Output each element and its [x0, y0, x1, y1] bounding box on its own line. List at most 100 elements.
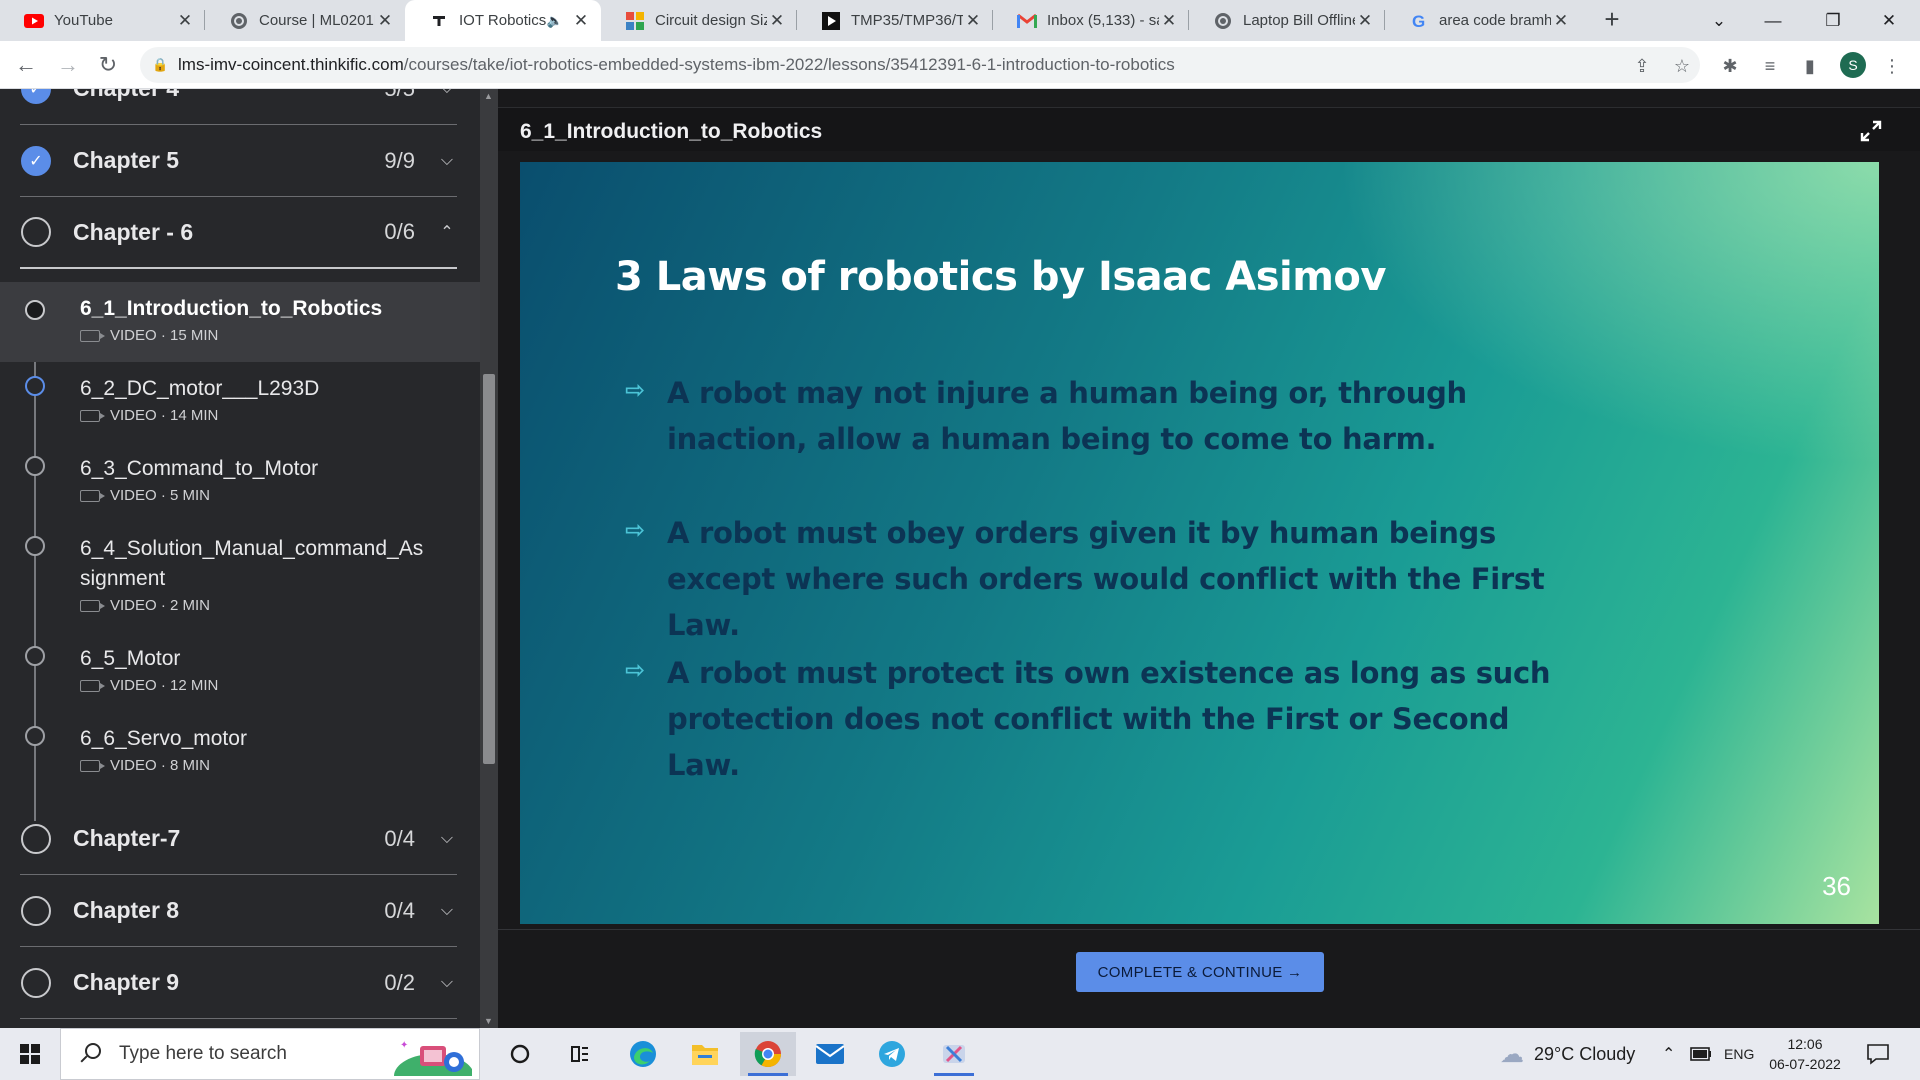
lesson-item-6-3[interactable]: 6_3_Command_to_Motor VIDEO · 5 MIN	[0, 442, 480, 522]
battery-icon[interactable]	[1690, 1028, 1712, 1080]
chapter-title: Chapter 5	[73, 147, 180, 173]
close-icon[interactable]: ✕	[571, 11, 591, 31]
menu-icon[interactable]: ⋮	[1880, 54, 1904, 78]
scroll-down-icon[interactable]: ▼	[484, 1016, 493, 1026]
complete-and-continue-button[interactable]: COMPLETE & CONTINUE →	[1076, 952, 1324, 992]
snipping-tool-icon[interactable]	[926, 1032, 982, 1076]
windows-start-icon[interactable]	[0, 1028, 60, 1080]
lesson-dot-icon	[25, 726, 45, 746]
current-lesson-dot-icon	[25, 300, 45, 320]
lesson-item-6-5[interactable]: 6_5_Motor VIDEO · 12 MIN	[0, 632, 480, 712]
close-icon[interactable]: ✕	[175, 11, 195, 31]
chapter-progress: 0/2	[384, 969, 415, 995]
back-arrow-icon[interactable]: ←	[12, 51, 40, 79]
search-highlight-illustration-icon: ✦	[394, 1040, 472, 1076]
chapter-progress: 9/9	[384, 147, 415, 173]
empty-circle-icon	[21, 967, 51, 998]
scrollbar-thumb[interactable]	[483, 374, 495, 764]
close-icon[interactable]: ✕	[963, 11, 983, 31]
lesson-item-6-4[interactable]: 6_4_Solution_Manual_command_As signment …	[0, 522, 480, 632]
lesson-item-6-6[interactable]: 6_6_Servo_motor VIDEO · 8 MIN	[0, 712, 480, 792]
widgets-icon[interactable]	[552, 1032, 608, 1076]
chevron-down-icon[interactable]: ⌵	[437, 830, 457, 848]
chapter-4[interactable]: ✓ Chapter 4 5/5 ⌵	[20, 89, 457, 125]
tab-search-icon[interactable]: ⌄	[1696, 0, 1742, 41]
new-tab-button[interactable]: +	[1598, 6, 1626, 34]
lesson-item-6-2[interactable]: 6_2_DC_motor___L293D VIDEO · 14 MIN	[0, 362, 480, 442]
chapter-7[interactable]: Chapter-7 0/4 ⌵	[20, 803, 457, 875]
chevron-down-icon[interactable]: ⌵	[437, 89, 457, 98]
play-icon	[821, 11, 841, 31]
chrome-icon[interactable]	[740, 1032, 796, 1076]
extensions-icon[interactable]: ✱	[1718, 54, 1742, 78]
lesson-dot-icon	[25, 646, 45, 666]
address-bar[interactable]: 🔒 lms-imv-coincent.thinkific.com/courses…	[140, 47, 1700, 83]
share-icon[interactable]: ⇪	[1630, 54, 1654, 78]
chapter-9[interactable]: Chapter 9 0/2 ⌵	[20, 947, 457, 1019]
close-icon[interactable]: ✕	[1551, 11, 1571, 31]
chevron-down-icon[interactable]: ⌵	[437, 974, 457, 992]
language-indicator[interactable]: ENG	[1724, 1028, 1754, 1080]
close-window-button[interactable]: ✕	[1866, 0, 1912, 41]
close-icon[interactable]: ✕	[1159, 11, 1179, 31]
url-path: /courses/take/iot-robotics-embedded-syst…	[403, 55, 1175, 74]
lesson-title: 6_2_DC_motor___L293D	[80, 377, 320, 400]
minimize-button[interactable]: —	[1750, 0, 1796, 41]
tab-laptop-bill[interactable]: Laptop Bill Offline ✕	[1189, 0, 1385, 41]
empty-circle-icon	[21, 895, 51, 926]
scroll-up-icon[interactable]: ▲	[484, 91, 493, 101]
course-sidebar: ✓ Chapter 4 5/5 ⌵ ✓ Chapter 5 9/9 ⌵ Chap…	[0, 89, 480, 1028]
player-header: 6_1_Introduction_to_Robotics	[498, 107, 1920, 151]
system-clock[interactable]: 12:06 06-07-2022	[1766, 1034, 1844, 1074]
lesson-meta: VIDEO · 15 MIN	[80, 327, 218, 344]
video-icon	[80, 679, 105, 692]
close-icon[interactable]: ✕	[375, 11, 395, 31]
edge-browser-icon[interactable]	[615, 1032, 671, 1076]
search-icon	[79, 1043, 101, 1065]
lock-icon[interactable]: 🔒	[152, 57, 168, 73]
sidebar-scrollbar[interactable]: ▲ ▼	[480, 89, 498, 1028]
lesson-title: 6_1_Introduction_to_Robotics	[520, 120, 823, 143]
tab-google-search[interactable]: G area code bramha ✕	[1385, 0, 1581, 41]
notifications-icon[interactable]	[1866, 1028, 1890, 1080]
chapter-6[interactable]: Chapter - 6 0/6 ⌃	[20, 197, 457, 269]
weather-widget[interactable]: ☁ 29°C Cloudy	[1500, 1028, 1635, 1080]
close-icon[interactable]: ✕	[1355, 11, 1375, 31]
tab-gmail[interactable]: Inbox (5,133) - sa ✕	[993, 0, 1189, 41]
chevron-up-icon[interactable]: ⌃	[437, 222, 457, 242]
show-hidden-icons-icon[interactable]: ⌃	[1662, 1028, 1675, 1080]
slide-number: 36	[1822, 871, 1851, 901]
task-view-icon[interactable]	[492, 1032, 548, 1076]
mail-icon[interactable]	[802, 1032, 858, 1076]
lesson-item-6-1[interactable]: 6_1_Introduction_to_Robotics VIDEO · 15 …	[0, 282, 480, 362]
profile-avatar[interactable]: S	[1840, 52, 1866, 78]
telegram-icon[interactable]	[864, 1032, 920, 1076]
tab-course[interactable]: Course | ML0201E ✕	[205, 0, 405, 41]
lesson-title: 6_6_Servo_motor	[80, 727, 247, 750]
restore-button[interactable]: ❐	[1810, 0, 1856, 41]
tab-circuit-design[interactable]: Circuit design Siz ✕	[601, 0, 797, 41]
chevron-down-icon[interactable]: ⌵	[437, 152, 457, 170]
expand-icon[interactable]	[1858, 118, 1884, 144]
side-panel-icon[interactable]: ▮	[1798, 54, 1822, 78]
forward-arrow-icon[interactable]: →	[54, 51, 82, 79]
file-explorer-icon[interactable]	[677, 1032, 733, 1076]
presentation-slide[interactable]: 3 Laws of robotics by Isaac Asimov ⇨ A r…	[520, 162, 1879, 924]
bookmark-star-icon[interactable]: ☆	[1670, 54, 1694, 78]
tab-title: Laptop Bill Offline	[1243, 12, 1355, 29]
chapter-8[interactable]: Chapter 8 0/4 ⌵	[20, 875, 457, 947]
speaker-icon[interactable]: 🔈	[547, 13, 563, 29]
tab-youtube[interactable]: YouTube ✕	[0, 0, 205, 41]
slide-title: 3 Laws of robotics by Isaac Asimov	[615, 254, 1387, 300]
lesson-title: 6_5_Motor	[80, 647, 181, 670]
chevron-down-icon[interactable]: ⌵	[437, 902, 457, 920]
gmail-icon	[1017, 11, 1037, 31]
tab-iot-robotics[interactable]: IOT Robotics 🔈 ✕	[405, 0, 601, 41]
tab-title: IOT Robotics	[459, 12, 547, 29]
tab-tmp35[interactable]: TMP35/TMP36/T ✕	[797, 0, 993, 41]
reload-icon[interactable]: ↻	[94, 51, 122, 79]
close-icon[interactable]: ✕	[767, 11, 787, 31]
chapter-5[interactable]: ✓ Chapter 5 9/9 ⌵	[20, 125, 457, 197]
media-control-icon[interactable]: ≡	[1758, 54, 1782, 78]
chapter-title: Chapter - 6	[73, 218, 194, 245]
